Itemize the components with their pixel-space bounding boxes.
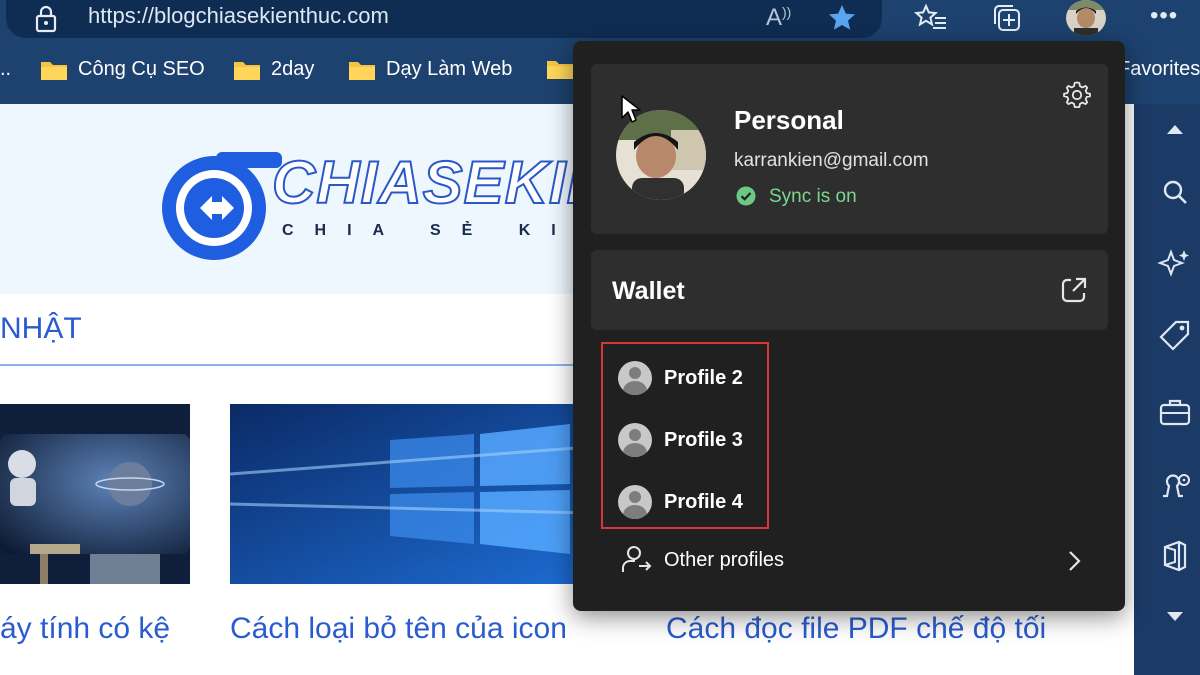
folder-icon: [41, 61, 67, 80]
chevron-right-icon[interactable]: [1064, 548, 1084, 574]
profile-avatar[interactable]: [1066, 0, 1106, 36]
favorite-folder-favorites[interactable]: Favorites: [1118, 58, 1200, 81]
article-thumbnail[interactable]: [0, 404, 190, 584]
more-icon[interactable]: •••: [1150, 2, 1178, 30]
external-link-icon[interactable]: [1058, 274, 1090, 306]
profile-item-2[interactable]: Profile 2: [618, 361, 743, 395]
favorite-label: ..: [0, 58, 12, 80]
lock-icon[interactable]: [34, 5, 58, 33]
scroll-down-icon[interactable]: [1157, 598, 1193, 634]
site-logo-icon[interactable]: [156, 148, 286, 268]
sparkle-icon[interactable]: [1157, 246, 1193, 282]
tag-icon[interactable]: [1157, 318, 1193, 354]
favorites-list-icon[interactable]: [914, 2, 948, 34]
collections-icon[interactable]: [990, 2, 1024, 34]
favorite-folder-cong-cu-seo[interactable]: Công Cụ SEO: [40, 58, 205, 81]
article-thumbnail[interactable]: [230, 404, 630, 584]
favorite-folder-day-lam-web[interactable]: Dạy Làm Web: [348, 58, 512, 81]
nav-menu-item[interactable]: NHẬT: [0, 312, 82, 346]
favorite-label: Favorites: [1118, 58, 1200, 80]
favorite-label: Công Cụ SEO: [78, 58, 205, 80]
sync-check-icon: [736, 186, 756, 206]
article-title[interactable]: Cách loại bỏ tên của icon: [230, 612, 567, 646]
wallet-label: Wallet: [612, 277, 685, 305]
profile-item-3[interactable]: Profile 3: [618, 423, 743, 457]
folder-icon: [234, 61, 260, 80]
office-icon[interactable]: [1157, 538, 1193, 574]
profile-label: Profile 2: [664, 366, 743, 389]
favorite-label: Dạy Làm Web: [386, 58, 513, 80]
search-icon[interactable]: [1157, 174, 1193, 210]
favorite-label: 2day: [271, 58, 315, 80]
avatar-placeholder-icon: [618, 423, 652, 457]
scroll-up-icon[interactable]: [1157, 112, 1193, 148]
profile-item-4[interactable]: Profile 4: [618, 485, 743, 519]
article-title[interactable]: Cách đọc file PDF chế độ tối: [666, 612, 1046, 646]
other-profiles-icon[interactable]: [620, 544, 652, 576]
favorite-folder-2day[interactable]: 2day: [233, 58, 314, 81]
article-title[interactable]: áy tính có kệ: [0, 612, 170, 646]
favorite-item-truncated[interactable]: ..: [0, 58, 11, 81]
mouse-cursor-icon: [621, 95, 641, 123]
briefcase-icon[interactable]: [1157, 394, 1193, 430]
games-icon[interactable]: [1157, 466, 1193, 502]
folder-icon: [349, 61, 375, 80]
sync-status: Sync is on: [769, 186, 857, 207]
profile-name: Personal: [734, 105, 844, 135]
avatar-placeholder-icon: [618, 361, 652, 395]
profile-label: Profile 4: [664, 490, 743, 513]
other-profiles-link[interactable]: Other profiles: [664, 549, 784, 572]
folder-icon: [547, 61, 573, 79]
profile-email: karrankien@gmail.com: [734, 150, 929, 171]
profile-label: Profile 3: [664, 428, 743, 451]
avatar-placeholder-icon: [618, 485, 652, 519]
favorite-star-icon[interactable]: [826, 2, 858, 34]
gear-icon[interactable]: [1062, 80, 1092, 110]
url-text[interactable]: https://blogchiasekienthuc.com: [88, 3, 389, 29]
read-aloud-icon[interactable]: A)): [766, 4, 791, 32]
